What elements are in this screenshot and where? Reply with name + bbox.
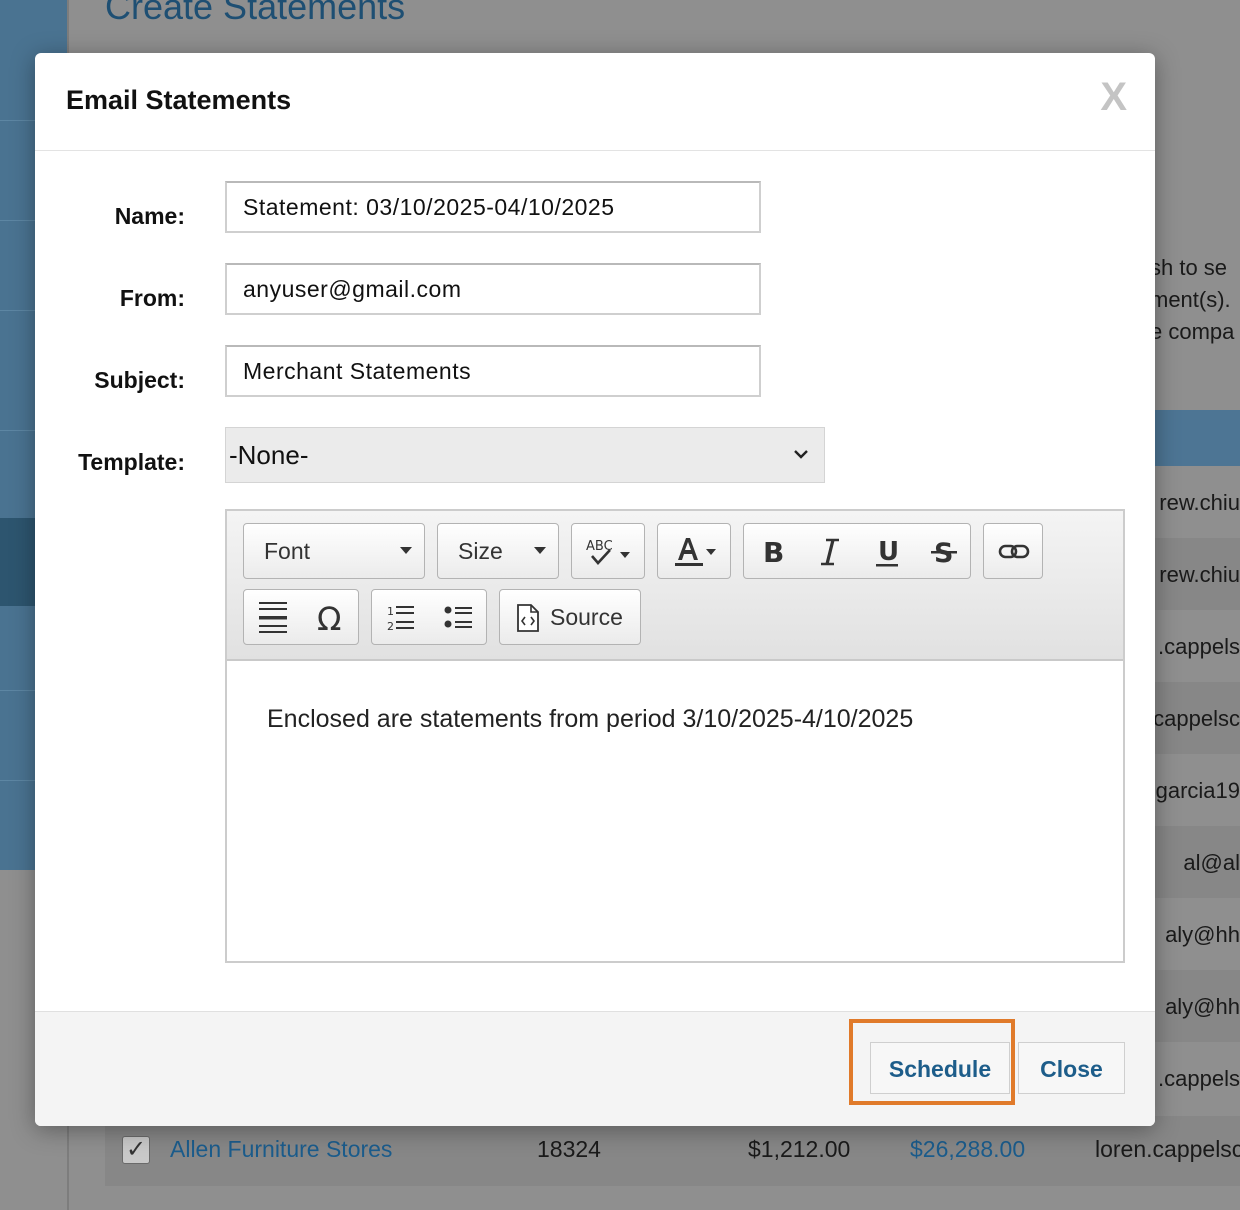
template-label: Template: — [78, 449, 185, 475]
table-row: ✓ Allen Furniture Stores 18324 $1,212.00… — [105, 1116, 1240, 1186]
svg-text:1: 1 — [387, 605, 394, 618]
list-group: 1 2 — [371, 589, 487, 645]
merchant-link[interactable]: Allen Furniture Stores — [170, 1136, 392, 1163]
chevron-down-icon — [792, 428, 810, 503]
merchant-id: 18324 — [537, 1136, 601, 1162]
page-description: sh to se ment(s). e compa — [1150, 255, 1235, 344]
row-checkbox[interactable]: ✓ — [122, 1136, 150, 1164]
template-select[interactable]: -None- — [225, 427, 825, 483]
bulleted-list-button[interactable] — [430, 590, 488, 644]
name-input[interactable] — [225, 181, 761, 233]
from-input[interactable] — [225, 263, 761, 315]
merchant-email: loren.cappelsc — [1095, 1136, 1240, 1162]
subject-label: Subject: — [94, 367, 185, 393]
svg-text:2: 2 — [387, 620, 394, 633]
underline-button[interactable]: U — [858, 524, 915, 578]
subject-input[interactable] — [225, 345, 761, 397]
italic-button[interactable] — [801, 524, 858, 578]
underline-icon: U — [876, 537, 899, 567]
rich-text-editor: Font Size ABC B U S Ω 1 2 Source Enclose… — [225, 509, 1125, 963]
dropdown-arrow-icon — [400, 547, 412, 554]
source-button[interactable]: Source — [499, 589, 641, 645]
dropdown-arrow-icon — [534, 547, 546, 554]
numbered-list-icon: 1 2 — [387, 605, 414, 633]
dialog-title: Email Statements — [66, 85, 292, 115]
link-icon — [998, 544, 1030, 559]
svg-text:U: U — [878, 537, 899, 567]
schedule-button[interactable]: Schedule — [870, 1042, 1010, 1094]
dialog-footer: Schedule Close — [35, 1011, 1155, 1126]
omega-icon: Ω — [317, 600, 341, 636]
source-icon — [517, 604, 539, 632]
horizontal-line-icon — [259, 602, 287, 633]
page-title: Create Statements — [105, 0, 406, 27]
total-link[interactable]: $26,288.00 — [910, 1136, 1025, 1163]
text-style-group: B U S — [743, 523, 971, 579]
strikethrough-button[interactable]: S — [915, 524, 972, 578]
insert-group: Ω — [243, 589, 359, 645]
close-button[interactable]: Close — [1018, 1042, 1125, 1094]
bold-button[interactable]: B — [744, 524, 801, 578]
strikethrough-icon: S — [931, 538, 957, 567]
bold-icon: B — [763, 537, 784, 567]
numbered-list-button[interactable]: 1 2 — [372, 590, 430, 644]
dialog-header: Email Statements X — [35, 53, 1155, 151]
link-button[interactable] — [983, 523, 1043, 579]
spellcheck-icon: ABC — [586, 539, 630, 565]
size-dropdown[interactable]: Size — [437, 523, 559, 579]
close-icon[interactable]: X — [1100, 75, 1127, 120]
italic-icon — [821, 538, 839, 566]
text-color-button[interactable] — [657, 523, 731, 579]
statement-amount: $1,212.00 — [748, 1136, 851, 1162]
svg-text:Ω: Ω — [317, 600, 341, 636]
editor-body-text: Enclosed are statements from period 3/10… — [267, 705, 914, 733]
from-label: From: — [119, 285, 185, 311]
special-character-button[interactable]: Ω — [302, 590, 360, 644]
text-color-icon — [675, 538, 716, 566]
name-label: Name: — [114, 203, 185, 229]
bulleted-list-icon — [444, 606, 472, 628]
spellcheck-button[interactable]: ABC — [571, 523, 645, 579]
font-dropdown[interactable]: Font — [243, 523, 425, 579]
svg-text:B: B — [763, 537, 784, 567]
horizontal-line-button[interactable] — [244, 590, 302, 644]
email-statements-dialog: Email Statements X Name: From: Subject: … — [35, 53, 1155, 1126]
template-selected-value: -None- — [229, 440, 309, 470]
editor-content-area[interactable]: Enclosed are statements from period 3/10… — [227, 661, 1123, 961]
editor-toolbar: Font Size ABC B U S Ω 1 2 Source — [227, 511, 1123, 661]
